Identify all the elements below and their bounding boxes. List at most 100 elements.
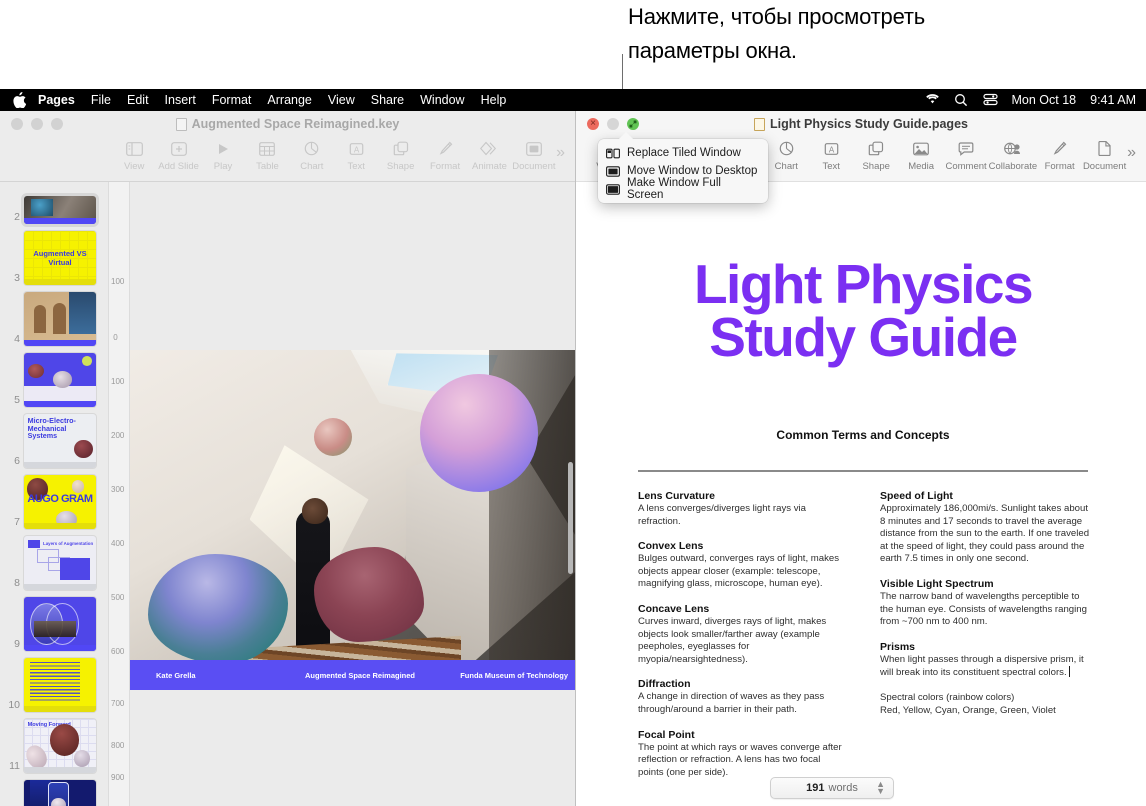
- menubar-date[interactable]: Mon Oct 18: [1012, 93, 1077, 107]
- svg-text:A: A: [354, 145, 360, 154]
- pages-close-button[interactable]: [587, 118, 599, 130]
- list-item[interactable]: 11 Moving Forward: [0, 712, 108, 773]
- keynote-toolbar-play[interactable]: Play: [201, 139, 245, 172]
- shape-icon: [393, 139, 409, 158]
- pages-toolbar-comment[interactable]: Comment: [944, 139, 989, 172]
- window-options-menu[interactable]: Replace Tiled Window Move Window to Desk…: [598, 132, 768, 203]
- menu-item-edit[interactable]: Edit: [127, 93, 149, 107]
- wifi-icon[interactable]: [925, 93, 940, 107]
- apple-menu-icon[interactable]: [12, 92, 27, 109]
- pages-file-icon: [754, 117, 766, 131]
- pages-toolbar-text-label: Text: [822, 161, 840, 172]
- keynote-toolbar-shape[interactable]: Shape: [378, 139, 422, 172]
- keynote-toolbar-document-label: Document: [512, 161, 556, 172]
- keynote-toolbar-chart-label: Chart: [300, 161, 324, 172]
- list-item[interactable]: 6 Micro-Electro-Mechanical Systems: [0, 407, 108, 468]
- pages-toolbar-format[interactable]: Format: [1037, 139, 1082, 172]
- slide-sphere-small: [314, 418, 352, 456]
- slide-thumbnail[interactable]: Augmented VS Virtual: [24, 231, 96, 285]
- keynote-document-title[interactable]: Augmented Space Reimagined.key: [0, 117, 575, 131]
- keynote-toolbar-chart[interactable]: Chart: [290, 139, 334, 172]
- slide-thumbnail[interactable]: [24, 658, 96, 712]
- slide-thumbnail[interactable]: [21, 193, 99, 227]
- menu-item-window[interactable]: Window: [420, 93, 464, 107]
- table-icon: [259, 139, 276, 158]
- keynote-toolbar-view[interactable]: View: [112, 139, 156, 172]
- list-item[interactable]: 5: [0, 346, 108, 407]
- slide-thumbnail[interactable]: Moving Forward: [24, 719, 96, 773]
- keynote-toolbar-table[interactable]: Table: [245, 139, 289, 172]
- menu-item-file[interactable]: File: [91, 93, 111, 107]
- brush-icon: [1052, 139, 1067, 158]
- slide-thumbnail[interactable]: [24, 780, 96, 806]
- menu-item-format[interactable]: Format: [212, 93, 252, 107]
- ruler-label: 900: [111, 773, 125, 782]
- pages-toolbar-text[interactable]: A Text: [809, 139, 854, 172]
- pages-toolbar-collaborate[interactable]: Collaborate: [988, 139, 1038, 172]
- list-item[interactable]: 2: [0, 182, 108, 227]
- keynote-toolbar-format[interactable]: Format: [423, 139, 467, 172]
- menu-item-replace-tiled-window[interactable]: Replace Tiled Window: [598, 144, 768, 162]
- menu-item-view[interactable]: View: [328, 93, 355, 107]
- plus-box-icon: [170, 139, 187, 158]
- slide-editor-stage[interactable]: Kate Grella Augmented Space Reimagined F…: [130, 350, 575, 690]
- term-heading: Diffraction: [638, 678, 691, 691]
- menu-item-replace-tiled-window-label: Replace Tiled Window: [627, 147, 741, 159]
- pages-toolbar-overflow-chevron-double-right-icon[interactable]: »: [1127, 139, 1136, 162]
- slide-thumbnail[interactable]: [24, 597, 96, 651]
- menu-item-help[interactable]: Help: [481, 93, 507, 107]
- pages-zoom-button[interactable]: [627, 118, 639, 130]
- svg-text:A: A: [829, 145, 835, 154]
- slide-thumbnail[interactable]: Micro-Electro-Mechanical Systems: [24, 414, 96, 468]
- word-count-stepper-icon[interactable]: ▲ ▼: [876, 780, 885, 796]
- menu-item-arrange[interactable]: Arrange: [267, 93, 311, 107]
- list-item[interactable]: 9: [0, 590, 108, 651]
- pages-toolbar-collaborate-label: Collaborate: [988, 161, 1038, 172]
- slide-number: 5: [14, 394, 20, 406]
- slide-sphere-large: [419, 373, 538, 492]
- keynote-toolbar-format-label: Format: [430, 161, 461, 172]
- document-left-column: Lens Curvature A lens converges/diverges…: [638, 490, 848, 791]
- menu-item-share[interactable]: Share: [371, 93, 404, 107]
- keynote-toolbar-document[interactable]: Document: [512, 139, 556, 172]
- keynote-toolbar-animate[interactable]: Animate: [467, 139, 511, 172]
- slide-number: 4: [14, 333, 20, 345]
- pages-toolbar-chart[interactable]: Chart: [764, 139, 809, 172]
- list-item[interactable]: 7 AUGO GRAM: [0, 468, 108, 529]
- list-item[interactable]: 4: [0, 285, 108, 346]
- control-center-icon[interactable]: [982, 93, 998, 107]
- keynote-toolbar-add-slide[interactable]: Add Slide: [156, 139, 200, 172]
- keynote-toolbar-text[interactable]: A Text: [334, 139, 378, 172]
- pages-toolbar-document[interactable]: Document: [1082, 139, 1127, 172]
- list-item[interactable]: 10: [0, 651, 108, 712]
- term-entry: Concave Lens Curves inward, diverges ray…: [638, 603, 848, 666]
- pages-toolbar-media[interactable]: Media: [899, 139, 944, 172]
- list-item[interactable]: 8 Layers of Augmentation: [0, 529, 108, 590]
- keynote-toolbar-play-label: Play: [213, 161, 233, 172]
- pages-minimize-button[interactable]: [607, 118, 619, 130]
- term-body: A lens converges/diverges light rays via…: [638, 503, 806, 527]
- term-entry: Lens Curvature A lens converges/diverges…: [638, 490, 848, 528]
- pages-document-canvas[interactable]: Light Physics Study Guide Common Terms a…: [576, 182, 1146, 806]
- keynote-slide-navigator[interactable]: 2 3 Augmented VS Virtual 4 5 6 Micro-Ele…: [0, 182, 108, 806]
- keynote-canvas[interactable]: Kate Grella Augmented Space Reimagined F…: [130, 182, 575, 806]
- slide-thumbnail[interactable]: [24, 353, 96, 407]
- keynote-toolbar: View Add Slide Play Table Chart A Text S…: [0, 137, 575, 182]
- slide-thumbnail[interactable]: AUGO GRAM: [24, 475, 96, 529]
- pages-document-title[interactable]: Light Physics Study Guide.pages: [576, 117, 1146, 131]
- word-count-badge[interactable]: 191 words ▲ ▼: [770, 777, 894, 799]
- keynote-toolbar-overflow-chevron-double-right-icon[interactable]: »: [556, 139, 565, 162]
- list-item[interactable]: 12: [0, 773, 108, 806]
- menubar-time[interactable]: 9:41 AM: [1090, 93, 1136, 107]
- slide-thumbnail[interactable]: [24, 292, 96, 346]
- list-item[interactable]: 3 Augmented VS Virtual: [0, 224, 108, 285]
- menu-item-insert[interactable]: Insert: [165, 93, 196, 107]
- keynote-canvas-scrollbar[interactable]: [568, 462, 573, 574]
- slide-thumbnail[interactable]: Layers of Augmentation: [24, 536, 96, 590]
- menu-item-make-window-full-screen[interactable]: Make Window Full Screen: [598, 177, 768, 201]
- callout-line-2: параметры окна.: [628, 38, 797, 63]
- search-icon[interactable]: [954, 93, 969, 107]
- pages-toolbar-shape[interactable]: Shape: [854, 139, 899, 172]
- term-body: When light passes through a dispersive p…: [880, 654, 1090, 680]
- menu-item-pages[interactable]: Pages: [38, 93, 75, 107]
